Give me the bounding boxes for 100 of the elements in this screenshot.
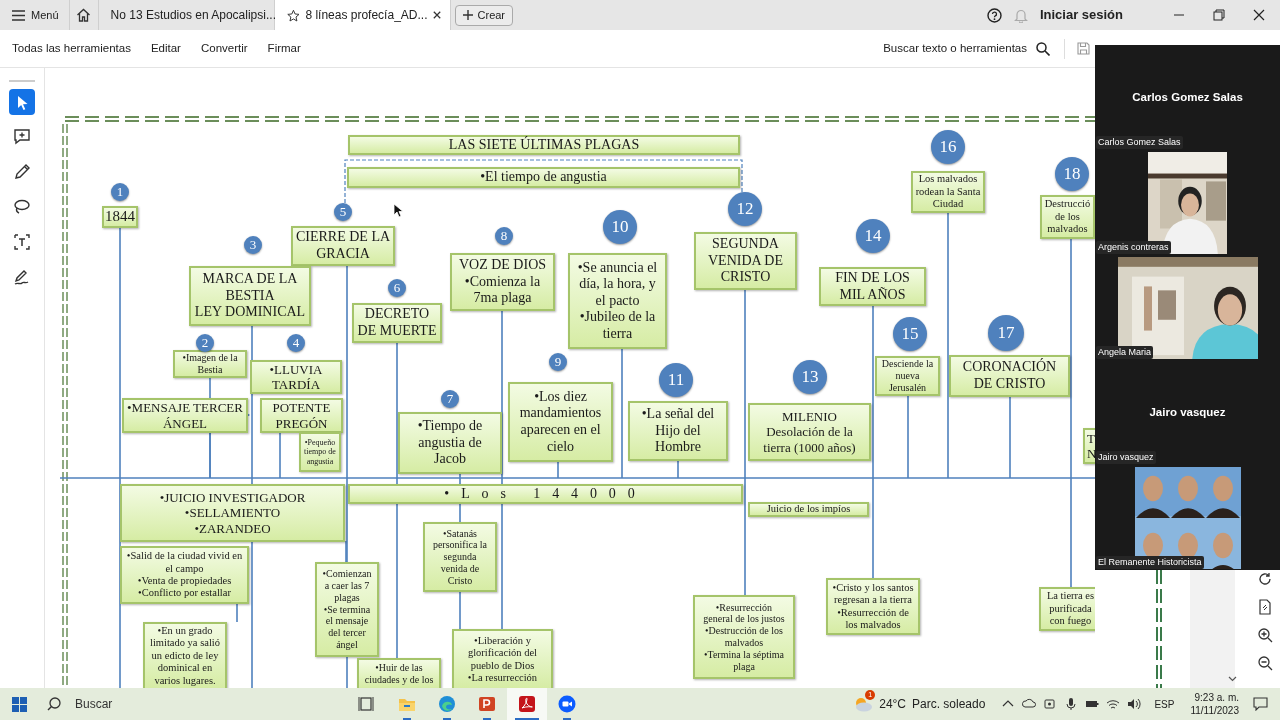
number-marker: 5 (334, 203, 352, 221)
number-marker: 11 (659, 363, 693, 397)
diagram-box: •Imagen de la Bestia (173, 350, 247, 378)
diagram-box: VOZ DE DIOS •Comienza la 7ma plaga (450, 253, 555, 311)
toolbar-menu-item[interactable]: Convertir (200, 39, 248, 58)
diagram-box: 1844 (102, 206, 138, 228)
chevron-down-icon[interactable] (1228, 676, 1237, 682)
diagram-box: POTENTE PREGÓN (260, 398, 343, 433)
mouse-pointer-icon (393, 203, 403, 218)
diagram-box: MILENIO Desolación de la tierra (1000 años) (748, 403, 871, 461)
close-window-icon[interactable] (1253, 9, 1265, 21)
participant-label: Argenis contreras (1096, 240, 1171, 254)
number-marker: 17 (988, 315, 1024, 351)
diagram-box: Destrucció de los malvados (1040, 195, 1095, 239)
toolbar-menu-item[interactable]: Editar (150, 39, 181, 58)
tab[interactable]: 8 líneas profecía_AD... (274, 0, 451, 30)
clock-time: 9:23 a. m. (1194, 691, 1239, 704)
diagram-box: FIN DE LOS MIL AÑOS (819, 267, 926, 306)
participant-label: Angela Maria (1096, 345, 1154, 359)
slides-icon (478, 695, 496, 713)
participant-label: Carlos Gomez Salas (1096, 135, 1183, 149)
pdf-icon (518, 695, 536, 713)
weather-label: Parc. soleado (912, 696, 986, 713)
save-icon[interactable] (1077, 42, 1090, 55)
search-icon (47, 697, 61, 711)
diagram-box: CIERRE DE LA GRACIA (291, 226, 395, 266)
document-icon[interactable] (1258, 599, 1272, 615)
video-call-icon (558, 695, 576, 713)
number-marker: 14 (856, 219, 890, 253)
participant-label: Jairo vasquez (1096, 450, 1156, 464)
diagram-box: •En un grado limitado ya salió un edicto de ley dominical en varios lugares. (143, 622, 227, 688)
number-marker: 3 (244, 236, 262, 254)
create-button[interactable]: Crear (454, 4, 514, 26)
number-marker: 15 (893, 317, 927, 351)
temperature-label: 24°C (879, 696, 906, 713)
diagram-box: •Se anuncia el día, la hora, y el pacto •Jubileo de la tierra (568, 253, 667, 349)
diagram-box: Los malvados rodean la Santa Ciudad (911, 171, 985, 213)
restore-icon[interactable] (1213, 9, 1225, 21)
number-marker: 12 (728, 192, 762, 226)
home-icon (76, 8, 92, 22)
diagram-box: CORONACIÓN DE CRISTO (949, 355, 1070, 397)
diagram-box: •Salid de la ciudad vivid en el campo •Venta de propiedades •Conflicto por estallar (120, 546, 249, 604)
diagram-box: •JUICIO INVESTIGADOR •SELLAMIENTO •ZARANDEO (120, 484, 345, 542)
toolbar-menu-item[interactable]: Todas las herramientas (12, 39, 131, 58)
number-marker: 10 (603, 210, 637, 244)
diagram-box: •Resurrección general de los justos •Destrucción de los malvados •Termina la séptima plaga (693, 595, 795, 679)
diagram-box: •Tiempo de angustia de Jacob (398, 412, 502, 474)
search-tools-button[interactable]: Buscar texto o herramientas (883, 39, 1050, 58)
cloud-icon[interactable] (1022, 697, 1037, 711)
diagram-box: Juicio de los impíos (748, 502, 869, 517)
zoom-out-icon[interactable] (1257, 656, 1273, 671)
text-box-icon (12, 232, 32, 252)
diagram-box: •El tiempo de angustia (347, 167, 740, 188)
microphone-icon[interactable] (1064, 697, 1079, 711)
number-marker: 6 (388, 279, 406, 297)
diagram-box: •Comienzan a caer las 7 plagas •Se termina el mensaje del tercer ángel (315, 562, 379, 657)
windows-logo-icon[interactable] (12, 696, 27, 712)
pen-icon (12, 162, 32, 182)
diagram-box: LAS SIETE ÚLTIMAS PLAGAS (348, 135, 740, 155)
diagram-box: •Cristo y los santos regresan a la tierra •Resurrección de los malvados (826, 578, 920, 635)
plus-icon (462, 10, 473, 20)
number-marker: 18 (1055, 157, 1089, 191)
diagram-box: La tierra es purificada con fuego (1039, 587, 1095, 631)
weather-icon[interactable] (853, 696, 874, 712)
close-icon[interactable] (433, 10, 442, 20)
taskbar-app[interactable] (507, 688, 547, 720)
clock-date: 11/11/2023 (1190, 704, 1239, 717)
diagram-box: •La señal del Hijo del Hombre (628, 401, 728, 461)
zoom-in-icon[interactable] (1257, 628, 1273, 643)
number-marker: 13 (793, 360, 827, 394)
task-view-icon (358, 695, 376, 713)
comment-icon (12, 127, 32, 147)
diagram-box: •Satanás personifica la segunda venida de Cristo (423, 522, 497, 592)
notifications-icon[interactable] (1253, 697, 1268, 711)
lasso-icon (12, 197, 32, 217)
sign-in-button[interactable]: Iniciar sesión (1039, 5, 1123, 25)
language-indicator[interactable]: ESP (1154, 696, 1175, 712)
number-marker: 8 (495, 227, 513, 245)
edge-icon (438, 695, 456, 713)
diagram-box: •Los 144000 (348, 484, 743, 504)
rotate-icon[interactable] (1258, 572, 1272, 586)
diagram-box: •MENSAJE TERCER ÁNGEL (122, 398, 248, 433)
diagram-box: SEGUNDA VENIDA DE CRISTO (694, 232, 797, 290)
number-marker: 9 (549, 353, 567, 371)
number-marker: 16 (931, 130, 965, 164)
menu-button[interactable]: Menú (0, 0, 69, 30)
toolbar-menu-item[interactable]: Firmar (267, 39, 301, 58)
number-marker: 2 (196, 334, 214, 352)
diagram-box: •LLUVIA TARDÍA (250, 360, 342, 394)
help-icon[interactable] (986, 7, 1002, 23)
participant-name: Carlos Gomez Salas (1132, 89, 1243, 105)
search-icon (1036, 41, 1050, 56)
star-icon (286, 7, 300, 23)
wifi-icon[interactable] (1106, 697, 1121, 711)
search-field[interactable]: Buscar (47, 688, 347, 720)
number-marker: 4 (287, 334, 305, 352)
diagram-box: MARCA DE LA BESTIA LEY DOMINICAL (189, 266, 311, 326)
camera-icon[interactable] (1043, 697, 1058, 711)
speaker-icon[interactable] (1127, 697, 1142, 711)
diagram-box: DECRETO DE MUERTE (352, 303, 442, 343)
